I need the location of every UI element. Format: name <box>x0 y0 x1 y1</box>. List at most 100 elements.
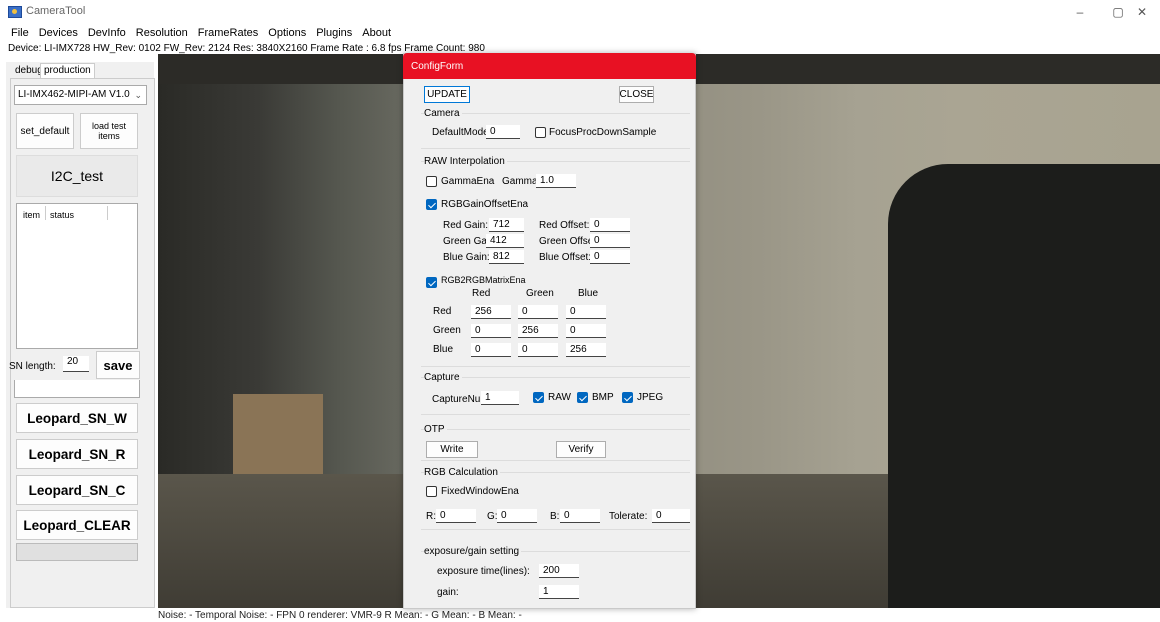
blue-offset-input[interactable]: 0 <box>590 250 630 264</box>
matrix-cell[interactable]: 0 <box>471 343 511 357</box>
config-dialog-title: ConfigForm <box>403 53 696 79</box>
save-button[interactable]: save <box>96 351 140 379</box>
focus-proc-label: FocusProcDownSample <box>549 127 657 138</box>
chevron-down-icon: ⌄ <box>134 90 142 100</box>
column-divider <box>45 206 46 220</box>
r-label: R: <box>426 511 436 522</box>
matrix-cell[interactable]: 0 <box>566 324 606 338</box>
blue-offset-label: Blue Offset: <box>539 252 592 263</box>
default-mode-label: DefaultMode: <box>432 127 492 138</box>
matrix-cell[interactable]: 256 <box>566 343 606 357</box>
camera-group-title: Camera <box>424 108 462 119</box>
title-bar <box>0 0 1160 24</box>
menu-file[interactable]: File <box>0 24 34 42</box>
rgb-gain-offset-checkbox[interactable] <box>426 199 437 210</box>
close-window-button[interactable]: ✕ <box>1122 2 1160 22</box>
raw-interpolation-title: RAW Interpolation <box>424 156 507 167</box>
gamma-label: Gamma: <box>502 176 541 187</box>
minimize-button[interactable]: – <box>1060 2 1100 22</box>
matrix-col-red: Red <box>472 288 491 299</box>
capture-group-title: Capture <box>424 372 462 383</box>
b-label: B: <box>550 511 560 522</box>
model-select-value: LI-IMX462-MIPI-AM V1.0 <box>18 89 130 100</box>
gamma-ena-checkbox[interactable] <box>426 176 437 187</box>
jpeg-label: JPEG <box>637 392 664 403</box>
matrix-cell[interactable]: 256 <box>471 305 511 319</box>
test-items-list[interactable]: item status <box>16 203 138 349</box>
blue-gain-input[interactable]: 812 <box>489 250 524 264</box>
green-offset-input[interactable]: 0 <box>590 234 630 248</box>
matrix-col-blue: Blue <box>578 288 599 299</box>
progress-bar <box>16 543 138 561</box>
list-header-status[interactable]: status <box>50 210 74 220</box>
red-gain-label: Red Gain: <box>443 220 489 231</box>
sn-input[interactable] <box>14 380 140 398</box>
red-offset-label: Red Offset: <box>539 220 590 231</box>
leopard-sn-c-button[interactable]: Leopard_SN_C <box>16 475 138 505</box>
otp-verify-button[interactable]: Verify <box>556 441 606 458</box>
otp-group-title: OTP <box>424 424 447 435</box>
rgb-calculation-title: RGB Calculation <box>424 467 500 478</box>
gamma-input[interactable]: 1.0 <box>536 174 576 188</box>
sn-length-input[interactable]: 20 <box>63 356 89 372</box>
menu-bar: File Devices DevInfo Resolution FrameRates Op… <box>0 24 1160 42</box>
status-bar: Noise: - Temporal Noise: - FPN 0 rendere… <box>158 610 522 621</box>
menu-devinfo[interactable]: DevInfo <box>83 24 131 42</box>
raw-label: RAW <box>548 392 571 403</box>
matrix-cell[interactable]: 0 <box>471 324 511 338</box>
leopard-clear-button[interactable]: Leopard_CLEAR <box>16 510 138 540</box>
matrix-cell[interactable]: 256 <box>518 324 558 338</box>
otp-write-button[interactable]: Write <box>426 441 478 458</box>
bmp-label: BMP <box>592 392 614 403</box>
gamma-ena-label: GammaEna <box>441 176 495 187</box>
rgb-gain-offset-label: RGBGainOffsetEna <box>441 199 529 210</box>
green-gain-input[interactable]: 412 <box>486 234 524 248</box>
bmp-checkbox[interactable] <box>577 392 588 403</box>
menu-resolution[interactable]: Resolution <box>131 24 193 42</box>
red-offset-input[interactable]: 0 <box>590 218 630 232</box>
default-mode-input[interactable]: 0 <box>486 125 520 139</box>
menu-plugins[interactable]: Plugins <box>311 24 357 42</box>
tolerate-label: Tolerate: <box>609 511 648 522</box>
jpeg-checkbox[interactable] <box>622 392 633 403</box>
matrix-row-red: Red <box>433 306 452 317</box>
window-title: CameraTool <box>26 5 86 17</box>
model-select[interactable]: LI-IMX462-MIPI-AM V1.0 ⌄ <box>14 85 147 105</box>
raw-checkbox[interactable] <box>533 392 544 403</box>
exposure-group-title: exposure/gain setting <box>424 546 522 557</box>
gain-label: gain: <box>437 587 459 598</box>
matrix-ena-checkbox[interactable] <box>426 277 437 288</box>
matrix-ena-label: RGB2RGBMatrixEna <box>441 275 526 285</box>
app-icon <box>8 6 22 18</box>
r-input[interactable]: 0 <box>436 509 476 523</box>
capture-num-input[interactable]: 1 <box>481 391 519 405</box>
g-input[interactable]: 0 <box>497 509 537 523</box>
load-test-items-button[interactable]: load test items <box>80 113 138 149</box>
matrix-cell[interactable]: 0 <box>518 343 558 357</box>
menu-options[interactable]: Options <box>263 24 311 42</box>
menu-devices[interactable]: Devices <box>34 24 83 42</box>
red-gain-input[interactable]: 712 <box>489 218 524 232</box>
b-input[interactable]: 0 <box>560 509 600 523</box>
exposure-time-label: exposure time(lines): <box>437 566 530 577</box>
gain-input[interactable]: 1 <box>539 585 579 599</box>
matrix-row-green: Green <box>433 325 461 336</box>
menu-framerates[interactable]: FrameRates <box>193 24 264 42</box>
i2c-test-button[interactable]: I2C_test <box>16 155 138 197</box>
leopard-sn-w-button[interactable]: Leopard_SN_W <box>16 403 138 433</box>
matrix-cell[interactable]: 0 <box>518 305 558 319</box>
update-button[interactable]: UPDATE <box>424 86 470 103</box>
preview-box <box>233 394 323 474</box>
g-label: G: <box>487 511 498 522</box>
close-button[interactable]: CLOSE <box>619 86 654 103</box>
set-default-button[interactable]: set_default <box>16 113 74 149</box>
tab-production[interactable]: production <box>40 63 95 78</box>
focus-proc-checkbox[interactable] <box>535 127 546 138</box>
list-header-item[interactable]: item <box>23 210 40 220</box>
menu-about[interactable]: About <box>357 24 396 42</box>
exposure-time-input[interactable]: 200 <box>539 564 579 578</box>
tolerate-input[interactable]: 0 <box>652 509 690 523</box>
matrix-cell[interactable]: 0 <box>566 305 606 319</box>
fixed-window-checkbox[interactable] <box>426 486 437 497</box>
leopard-sn-r-button[interactable]: Leopard_SN_R <box>16 439 138 469</box>
